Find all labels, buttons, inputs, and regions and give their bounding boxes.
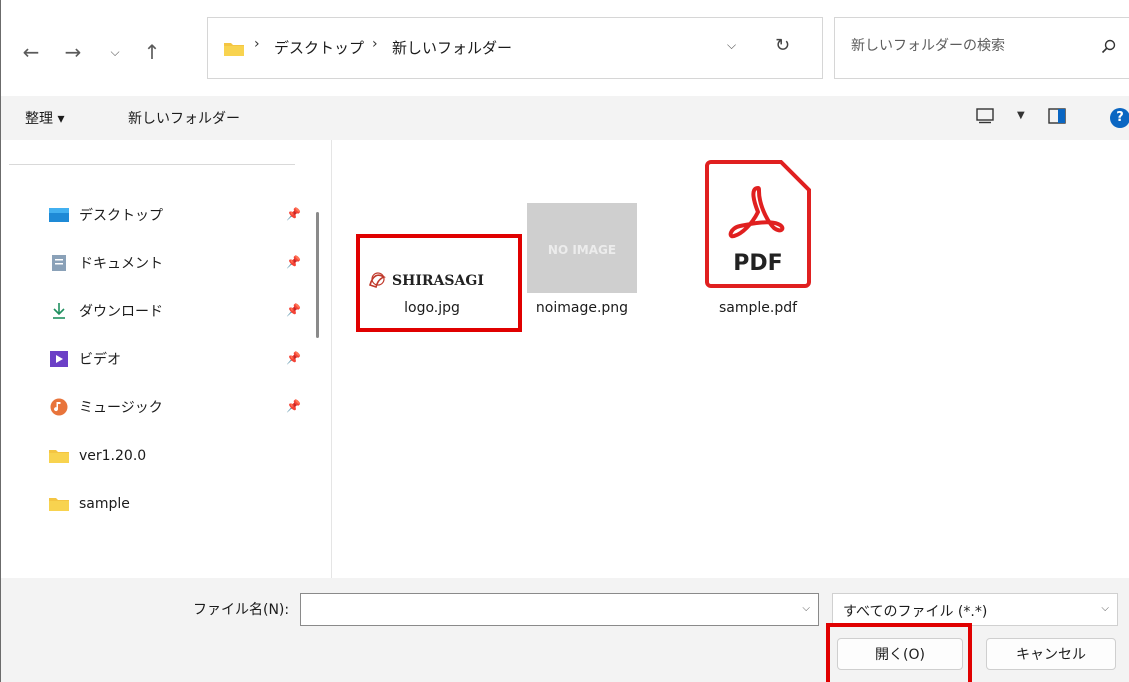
nav-item-music[interactable]: ミュージック bbox=[49, 395, 163, 419]
pdf-thumb-text: PDF bbox=[733, 251, 782, 276]
organize-menu[interactable]: 整理 ▾ bbox=[25, 108, 64, 128]
music-icon bbox=[49, 398, 69, 416]
breadcrumb-desktop[interactable]: デスクトップ bbox=[274, 37, 364, 58]
nav-item-label: ドキュメント bbox=[79, 256, 163, 272]
folder-icon bbox=[49, 447, 69, 465]
recent-locations-chevron-icon[interactable]: ⌵ bbox=[101, 38, 129, 66]
pdf-thumbnail[interactable]: PDF bbox=[703, 158, 813, 290]
view-options-caret-icon[interactable]: ▼ bbox=[1017, 110, 1025, 121]
nav-scrollbar[interactable] bbox=[316, 212, 319, 338]
new-folder-button[interactable]: 新しいフォルダー bbox=[128, 108, 240, 128]
preview-pane-icon[interactable] bbox=[1048, 108, 1066, 128]
desktop-icon bbox=[49, 206, 69, 224]
file-type-value: すべてのファイル (*.*) bbox=[843, 604, 988, 620]
nav-item-videos[interactable]: ビデオ bbox=[49, 347, 121, 371]
file-type-chevron-icon[interactable]: ⌵ bbox=[1101, 603, 1109, 614]
file-type-select[interactable]: すべてのファイル (*.*) ⌵ bbox=[832, 593, 1118, 626]
navigation-pane: デスクトップ 📌 ドキュメント 📌 ダウンロード 📌 ビデオ 📌 ミュージック … bbox=[1, 140, 332, 578]
nav-divider bbox=[9, 164, 295, 165]
up-arrow-icon[interactable]: ↑ bbox=[138, 38, 166, 66]
highlight-logo-file bbox=[356, 234, 522, 332]
nav-item-label: ミュージック bbox=[79, 400, 163, 416]
video-icon bbox=[49, 350, 69, 368]
noimage-thumb-text: NO IMAGE bbox=[547, 243, 617, 257]
nav-item-sample[interactable]: sample bbox=[49, 492, 130, 516]
search-input[interactable] bbox=[849, 37, 1073, 55]
nav-item-label: sample bbox=[79, 496, 130, 512]
nav-item-ver1-20-0[interactable]: ver1.20.0 bbox=[49, 444, 146, 468]
highlight-open-button bbox=[826, 623, 972, 682]
search-icon[interactable] bbox=[1101, 39, 1117, 59]
breadcrumb-new-folder[interactable]: 新しいフォルダー bbox=[392, 37, 512, 58]
nav-item-label: ダウンロード bbox=[79, 304, 163, 320]
refresh-icon[interactable]: ↻ bbox=[775, 35, 790, 56]
nav-item-label: ビデオ bbox=[79, 352, 121, 368]
download-icon bbox=[49, 302, 69, 320]
filename-input[interactable] bbox=[301, 594, 789, 626]
search-box[interactable] bbox=[834, 17, 1129, 79]
noimage-thumbnail[interactable]: NO IMAGE bbox=[527, 203, 637, 293]
document-icon bbox=[49, 254, 69, 272]
forward-arrow-icon[interactable]: → bbox=[59, 38, 87, 66]
address-row: ← → ⌵ ↑ › デスクトップ › 新しいフォルダー ⌵ ↻ bbox=[1, 0, 1129, 96]
pin-icon[interactable]: 📌 bbox=[286, 207, 301, 221]
address-dropdown-chevron-icon[interactable]: ⌵ bbox=[727, 38, 736, 53]
pin-icon[interactable]: 📌 bbox=[286, 303, 301, 317]
nav-item-desktop[interactable]: デスクトップ bbox=[49, 203, 163, 227]
nav-item-label: デスクトップ bbox=[79, 208, 163, 224]
back-arrow-icon[interactable]: ← bbox=[17, 38, 45, 66]
command-bar: 整理 ▾ 新しいフォルダー ▼ ? bbox=[1, 96, 1129, 140]
filename-dropdown-chevron-icon[interactable]: ⌵ bbox=[802, 603, 810, 614]
file-name-pdf[interactable]: sample.pdf bbox=[688, 300, 828, 316]
help-icon[interactable]: ? bbox=[1110, 108, 1129, 128]
pin-icon[interactable]: 📌 bbox=[286, 399, 301, 413]
filename-label: ファイル名(N): bbox=[193, 602, 290, 618]
nav-item-label: ver1.20.0 bbox=[79, 448, 147, 464]
pin-icon[interactable]: 📌 bbox=[286, 255, 301, 269]
cancel-button[interactable]: キャンセル bbox=[986, 638, 1116, 670]
nav-item-documents[interactable]: ドキュメント bbox=[49, 251, 163, 275]
folder-icon bbox=[224, 42, 244, 56]
folder-icon bbox=[49, 495, 69, 513]
file-name-noimage[interactable]: noimage.png bbox=[512, 300, 652, 316]
address-bar[interactable]: › デスクトップ › 新しいフォルダー ⌵ ↻ bbox=[207, 17, 823, 79]
nav-item-downloads[interactable]: ダウンロード bbox=[49, 299, 163, 323]
filename-combobox[interactable]: ⌵ bbox=[300, 593, 819, 626]
breadcrumb-separator: › bbox=[254, 36, 260, 52]
pin-icon[interactable]: 📌 bbox=[286, 351, 301, 365]
view-mode-icon[interactable] bbox=[976, 108, 994, 128]
breadcrumb-separator: › bbox=[372, 36, 378, 52]
